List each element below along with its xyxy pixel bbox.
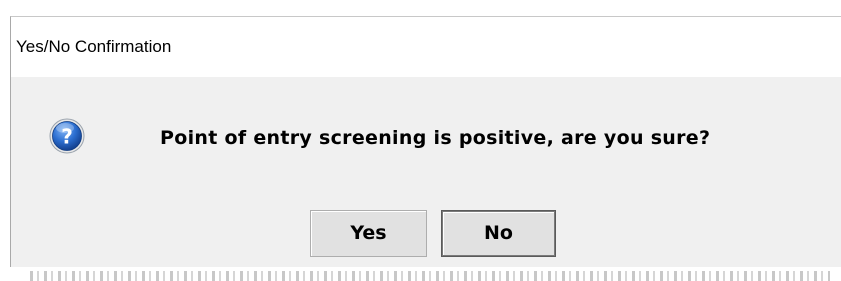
confirmation-dialog: Yes/No Confirmation ? Point of entry scr… [10, 16, 841, 267]
question-icon-graphic: ? [49, 118, 85, 154]
background-window-strip [10, 267, 841, 281]
yes-button[interactable]: Yes [310, 210, 427, 257]
no-button[interactable]: No [441, 210, 556, 257]
title-bar[interactable]: Yes/No Confirmation [11, 17, 841, 77]
confirmation-message: Point of entry screening is positive, ar… [160, 127, 711, 149]
obscured-background-text [30, 271, 830, 281]
screen: Yes/No Confirmation ? Point of entry scr… [0, 0, 841, 281]
svg-text:?: ? [61, 125, 73, 149]
dialog-title: Yes/No Confirmation [16, 37, 172, 56]
question-icon: ? [49, 118, 85, 154]
